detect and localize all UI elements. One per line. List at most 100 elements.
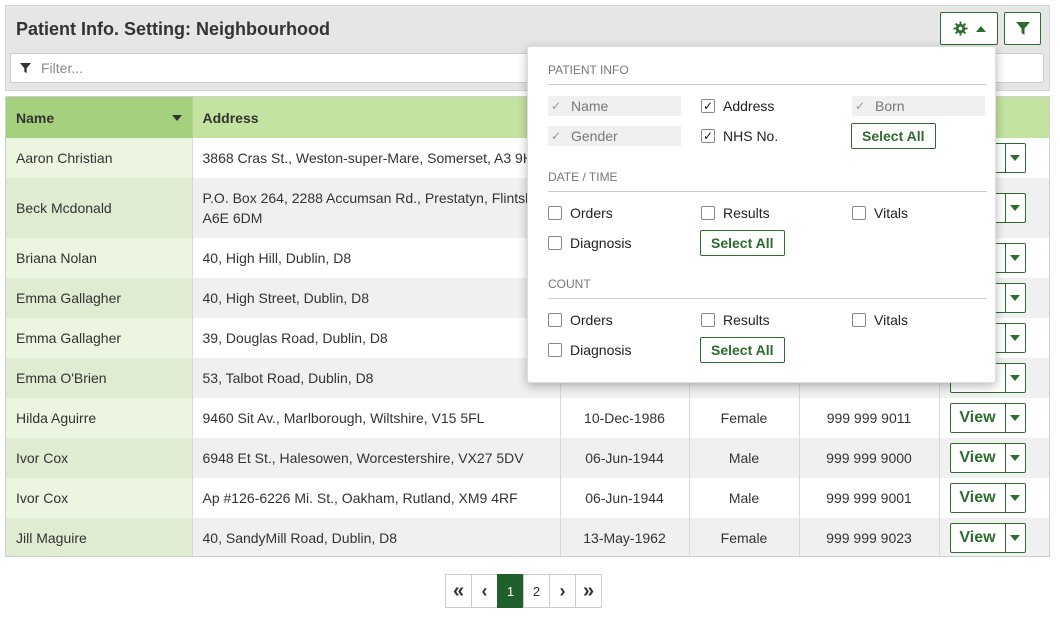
next-page-button[interactable]: › <box>549 574 576 608</box>
chevron-down-icon <box>1010 335 1020 341</box>
option-count-diagnosis[interactable]: Diagnosis <box>548 340 631 360</box>
cell-gender: Female <box>689 398 800 438</box>
view-menu-button[interactable] <box>1005 363 1026 393</box>
cell-name: Ivor Cox <box>6 478 193 518</box>
option-label: Vitals <box>874 312 908 328</box>
option-label: Born <box>875 98 905 114</box>
chevron-down-icon <box>1010 375 1020 381</box>
filter-input[interactable] <box>39 59 539 77</box>
select-all-patient-info-button[interactable]: Select All <box>851 123 936 149</box>
chevron-down-icon <box>1010 155 1020 161</box>
option-label: Address <box>723 98 775 114</box>
checkbox-icon[interactable] <box>548 206 562 220</box>
cell-nhs: 999 999 9001 <box>799 478 940 518</box>
column-header-name[interactable]: Name <box>6 97 193 138</box>
view-menu-button[interactable] <box>1005 403 1026 433</box>
checkbox-checked-icon[interactable]: ✓ <box>701 129 715 143</box>
section-title-patient-info: PATIENT INFO <box>548 63 629 77</box>
prev-page-button[interactable]: ‹ <box>471 574 498 608</box>
cell-name: Jill Maguire <box>6 518 193 556</box>
chevron-down-icon <box>1010 205 1020 211</box>
option-label: Diagnosis <box>570 235 632 251</box>
table-row: Ivor Cox Ap #126-6226 Mi. St., Oakham, R… <box>6 478 1049 518</box>
table-row: Hilda Aguirre 9460 Sit Av., Marlborough,… <box>6 398 1049 438</box>
view-menu-button[interactable] <box>1005 283 1026 313</box>
view-button[interactable]: View <box>949 403 1006 433</box>
cell-name: Beck Mcdonald <box>6 178 193 238</box>
cell-name: Hilda Aguirre <box>6 398 193 438</box>
view-button[interactable]: View <box>949 523 1006 553</box>
checkbox-icon[interactable] <box>548 343 562 357</box>
page-title: Patient Info. Setting: Neighbourhood <box>16 19 330 39</box>
view-menu-button[interactable] <box>1005 193 1026 223</box>
option-patient-gender: ✓ Gender <box>548 126 681 146</box>
view-button[interactable]: View <box>949 443 1006 473</box>
select-all-date-time-button[interactable]: Select All <box>700 230 785 256</box>
chevron-down-icon <box>1010 295 1020 301</box>
view-button[interactable]: View <box>949 483 1006 513</box>
checkbox-checked-icon[interactable]: ✓ <box>701 99 715 113</box>
page-button-1[interactable]: 1 <box>497 574 524 608</box>
option-count-orders[interactable]: Orders <box>548 310 613 330</box>
cell-address: Ap #126-6226 Mi. St., Oakham, Rutland, X… <box>192 478 561 518</box>
cell-name: Emma Gallagher <box>6 318 193 358</box>
table-row: Jill Maguire 40, SandyMill Road, Dublin,… <box>6 518 1049 556</box>
checkbox-icon[interactable] <box>852 313 866 327</box>
option-label: Orders <box>570 312 613 328</box>
cell-name: Aaron Christian <box>6 138 193 178</box>
cell-address: 40, High Hill, Dublin, D8 <box>192 238 561 278</box>
page-button-2[interactable]: 2 <box>523 574 550 608</box>
gear-icon <box>952 21 968 36</box>
option-count-vitals[interactable]: Vitals <box>852 310 908 330</box>
checkbox-icon[interactable] <box>701 313 715 327</box>
cell-address: 40, High Street, Dublin, D8 <box>192 278 561 318</box>
filter-icon <box>1015 21 1030 35</box>
cell-actions: View <box>939 478 1049 518</box>
last-page-button[interactable]: » <box>575 574 602 608</box>
view-menu-button[interactable] <box>1005 483 1026 513</box>
checkbox-checked-icon: ✓ <box>550 99 562 113</box>
cell-address: 3868 Cras St., Weston-super-Mare, Somers… <box>192 138 561 178</box>
cell-born: 10-Dec-1986 <box>560 398 690 438</box>
view-menu-button[interactable] <box>1005 523 1026 553</box>
divider <box>548 298 987 299</box>
option-count-results[interactable]: Results <box>701 310 770 330</box>
option-label: Results <box>723 205 770 221</box>
column-settings-dropdown: PATIENT INFO ✓ Name ✓ Address ✓ Born ✓ G… <box>527 46 996 383</box>
view-menu-button[interactable] <box>1005 243 1026 273</box>
view-menu-button[interactable] <box>1005 323 1026 353</box>
filter-toggle-button[interactable] <box>1004 12 1041 45</box>
cell-nhs: 999 999 9000 <box>799 438 940 478</box>
cell-actions: View <box>939 518 1049 556</box>
view-menu-button[interactable] <box>1005 443 1026 473</box>
settings-toggle-button[interactable] <box>940 12 998 45</box>
option-date-results[interactable]: Results <box>701 203 770 223</box>
select-all-count-button[interactable]: Select All <box>700 337 785 363</box>
checkbox-icon[interactable] <box>701 206 715 220</box>
cell-address: 40, SandyMill Road, Dublin, D8 <box>192 518 561 556</box>
option-label: Name <box>571 98 609 114</box>
option-label: Results <box>723 312 770 328</box>
checkbox-icon[interactable] <box>548 313 562 327</box>
section-title-count: COUNT <box>548 277 591 291</box>
cell-born: 06-Jun-1944 <box>560 438 690 478</box>
pagination: « ‹ 1 2 › » <box>445 574 602 608</box>
checkbox-icon[interactable] <box>852 206 866 220</box>
first-page-button[interactable]: « <box>445 574 472 608</box>
option-patient-nhs[interactable]: ✓ NHS No. <box>701 126 778 146</box>
option-date-diagnosis[interactable]: Diagnosis <box>548 233 631 253</box>
cell-nhs: 999 999 9011 <box>799 398 940 438</box>
view-menu-button[interactable] <box>1005 143 1026 173</box>
chevron-down-icon <box>1010 495 1020 501</box>
column-header-address[interactable]: Address <box>192 97 561 138</box>
option-date-orders[interactable]: Orders <box>548 203 613 223</box>
cell-born: 13-May-1962 <box>560 518 690 556</box>
option-patient-address[interactable]: ✓ Address <box>701 96 774 116</box>
column-header-label: Name <box>16 109 55 126</box>
chevron-down-icon <box>1010 415 1020 421</box>
checkbox-icon[interactable] <box>548 236 562 250</box>
option-label: Vitals <box>874 205 908 221</box>
checkbox-checked-icon: ✓ <box>854 99 866 113</box>
option-date-vitals[interactable]: Vitals <box>852 203 908 223</box>
cell-gender: Male <box>689 438 800 478</box>
